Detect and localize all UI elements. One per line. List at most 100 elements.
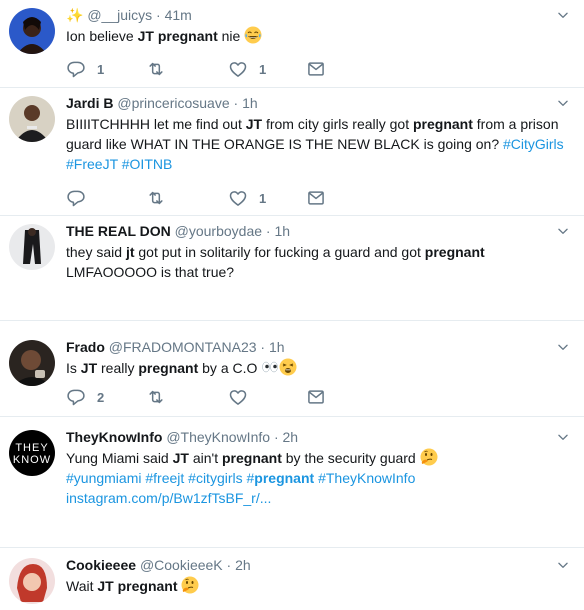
avatar[interactable] — [9, 8, 55, 54]
reply-button[interactable]: 2 — [66, 387, 104, 407]
tweet-text: Yung Miami said JT ain't pregnant by the… — [66, 448, 566, 508]
text-highlight: pregnant — [413, 116, 473, 132]
reply-icon — [66, 59, 86, 79]
hashtag-link[interactable]: #yungmiami #freejt #citygirls # — [66, 470, 254, 486]
tweet[interactable]: THEY KNOW TheyKnowInfo @TheyKnowInfo · 2… — [0, 422, 584, 548]
external-link[interactable]: instagram.com/p/Bw1zfTsBF_r/... — [66, 490, 271, 506]
text-highlight: JT — [172, 450, 189, 466]
separator: · — [273, 429, 279, 445]
text-segment: guard like WHAT IN THE ORANGE IS THE NEW… — [66, 136, 503, 152]
like-icon — [228, 387, 248, 407]
retweet-icon — [146, 59, 166, 79]
reply-button[interactable] — [66, 188, 86, 208]
tweet-text: BIIIITCHHHH let me find out JT from city… — [66, 114, 566, 174]
tweet-text: Ion believe JT pregnant nie — [66, 26, 566, 46]
dm-button[interactable] — [306, 387, 326, 407]
text-segment: Wait — [66, 578, 98, 594]
display-name[interactable]: Frado — [66, 339, 105, 355]
eyes-emoji — [261, 358, 279, 376]
avatar[interactable] — [9, 96, 55, 142]
avatar[interactable] — [9, 558, 55, 604]
thinking-face-emoji — [181, 576, 199, 594]
retweet-icon — [146, 387, 166, 407]
timestamp[interactable]: 1h — [242, 95, 258, 111]
text-highlight: JT — [245, 116, 263, 132]
tweet-text: Is JT really pregnant by a C.O — [66, 358, 566, 378]
text-segment: got put in solitarily for fucking a guar… — [134, 244, 425, 260]
tweet-text: they said jt got put in solitarily for f… — [66, 242, 566, 282]
display-name[interactable]: THE REAL DON — [66, 223, 171, 239]
dm-button[interactable] — [306, 59, 326, 79]
tweet[interactable]: Frado @FRADOMONTANA23 · 1h Is JT really … — [0, 332, 584, 417]
tweet[interactable]: THE REAL DON @yourboydae · 1h they said … — [0, 216, 584, 321]
tweet-header: Jardi B @princericosuave · 1h — [66, 94, 258, 112]
text-highlight: pregnant — [117, 578, 178, 594]
tweet-header: ✨ @__juicys · 41m — [66, 6, 192, 24]
tweet[interactable]: Jardi B @princericosuave · 1h BIIIITCHHH… — [0, 88, 584, 216]
text-segment: by the security guard — [281, 450, 416, 466]
text-segment: ain't — [188, 450, 222, 466]
timestamp[interactable]: 2h — [283, 429, 299, 445]
display-name[interactable]: ✨ — [66, 7, 83, 23]
timestamp[interactable]: 41m — [165, 7, 192, 23]
chevron-down-icon[interactable] — [556, 224, 570, 238]
hashtag-link[interactable]: #TheyKnowInfo — [314, 470, 415, 486]
user-handle[interactable]: @yourboydae — [175, 223, 262, 239]
user-handle[interactable]: @FRADOMONTANA23 — [109, 339, 257, 355]
user-handle[interactable]: @princericosuave — [117, 95, 229, 111]
text-segment: Yung Miami said — [66, 450, 173, 466]
chevron-down-icon[interactable] — [556, 558, 570, 572]
timestamp[interactable]: 1h — [274, 223, 290, 239]
tweet-header: Cookieeee @CookieeeK · 2h — [66, 556, 251, 574]
separator: · — [265, 223, 271, 239]
chevron-down-icon[interactable] — [556, 8, 570, 22]
avatar[interactable] — [9, 340, 55, 386]
tweet[interactable]: ✨ @__juicys · 41m Ion believe JT pregnan… — [0, 0, 584, 88]
display-name[interactable]: TheyKnowInfo — [66, 429, 162, 445]
tears-of-joy-emoji — [244, 26, 262, 44]
tweet-text: Wait JT pregnant — [66, 576, 566, 596]
user-handle[interactable]: @CookieeeK — [140, 557, 223, 573]
dm-button[interactable] — [306, 188, 326, 208]
reply-button[interactable]: 1 — [66, 59, 104, 79]
separator: · — [233, 95, 239, 111]
retweet-button[interactable] — [146, 387, 166, 407]
hashtag-link[interactable]: pregnant — [254, 470, 314, 486]
dm-icon — [306, 188, 326, 208]
avatar[interactable] — [9, 224, 55, 270]
display-name[interactable]: Cookieeee — [66, 557, 136, 573]
hashtag-link[interactable]: #CityGirls — [503, 136, 564, 152]
timestamp[interactable]: 2h — [235, 557, 251, 573]
reply-count: 2 — [97, 389, 105, 405]
retweet-button[interactable] — [146, 188, 166, 208]
text-segment: by a C.O — [198, 360, 258, 376]
timestamp[interactable]: 1h — [269, 339, 285, 355]
text-highlight: jt — [125, 244, 135, 260]
tweet-header: Frado @FRADOMONTANA23 · 1h — [66, 338, 285, 356]
chevron-down-icon[interactable] — [556, 96, 570, 110]
chevron-down-icon[interactable] — [556, 430, 570, 444]
like-count: 1 — [259, 190, 267, 206]
text-highlight: JT — [137, 28, 154, 44]
like-button[interactable]: 1 — [228, 59, 266, 79]
text-segment: Is — [66, 360, 81, 376]
like-count: 1 — [259, 61, 267, 77]
user-handle[interactable]: @TheyKnowInfo — [166, 429, 270, 445]
display-name[interactable]: Jardi B — [66, 95, 113, 111]
dm-icon — [306, 59, 326, 79]
separator: · — [226, 557, 232, 573]
separator: · — [260, 339, 266, 355]
hashtag-link[interactable]: #FreeJT #OITNB — [66, 156, 172, 172]
avatar[interactable]: THEY KNOW — [9, 430, 55, 476]
like-button[interactable] — [228, 387, 248, 407]
retweet-button[interactable] — [146, 59, 166, 79]
tweet-header: THE REAL DON @yourboydae · 1h — [66, 222, 290, 240]
like-button[interactable]: 1 — [228, 188, 266, 208]
logo-text: THEY — [15, 442, 48, 454]
tweet[interactable]: Cookieeee @CookieeeK · 2h Wait JT pregna… — [0, 550, 584, 610]
reply-icon — [66, 188, 86, 208]
text-segment: nie — [217, 28, 241, 44]
text-segment: LMFAOOOOO is that true? — [66, 264, 235, 280]
user-handle[interactable]: @__juicys — [87, 7, 152, 23]
chevron-down-icon[interactable] — [556, 340, 570, 354]
